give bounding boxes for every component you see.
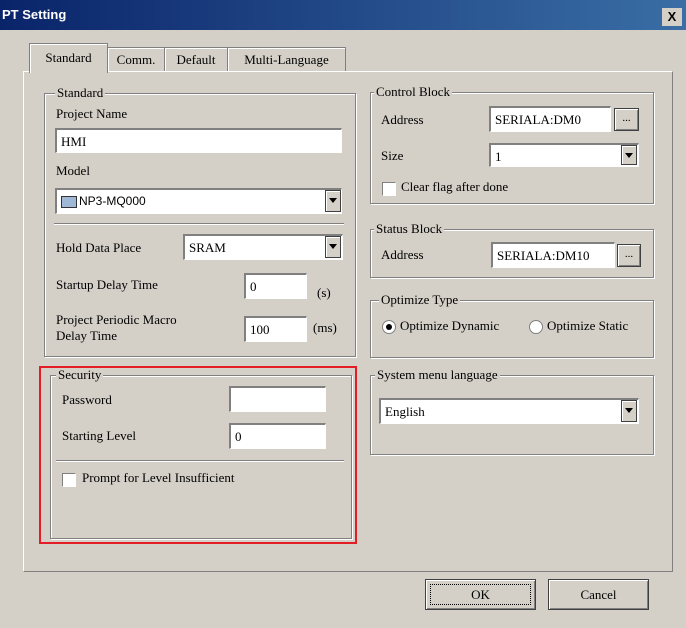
macro-delay-label-line2: Delay Time xyxy=(56,328,118,343)
macro-delay-input[interactable]: 100 xyxy=(244,316,307,342)
hold-data-dropdown-button[interactable] xyxy=(325,236,341,258)
status-block-legend: Status Block xyxy=(374,221,445,237)
monitor-icon xyxy=(61,196,77,208)
control-address-label: Address xyxy=(381,112,424,127)
system-menu-language-select[interactable]: English xyxy=(379,398,639,424)
system-menu-language-value: English xyxy=(385,404,425,419)
close-icon: X xyxy=(667,9,677,24)
optimize-dynamic-radio[interactable] xyxy=(382,320,396,334)
optimize-dynamic-label: Optimize Dynamic xyxy=(400,318,500,333)
tab-label: Multi-Language xyxy=(244,52,329,67)
control-size-select[interactable]: 1 xyxy=(489,143,639,167)
optimize-type-legend: Optimize Type xyxy=(379,292,461,308)
status-address-label: Address xyxy=(381,247,424,262)
cancel-label: Cancel xyxy=(580,587,617,602)
model-value: NP3-MQ000 xyxy=(79,194,146,208)
ok-button[interactable]: OK xyxy=(425,579,536,610)
focus-rect xyxy=(430,584,531,605)
startup-delay-input[interactable]: 0 xyxy=(244,273,307,299)
tab-standard[interactable]: Standard xyxy=(29,43,108,73)
hold-data-value: SRAM xyxy=(189,240,226,255)
project-name-label: Project Name xyxy=(56,106,128,121)
title-bar: PT Setting X xyxy=(0,0,686,30)
model-select[interactable]: NP3-MQ000 xyxy=(55,188,342,214)
status-address-browse-button[interactable]: ... xyxy=(617,244,641,267)
control-block-legend: Control Block xyxy=(374,84,453,100)
model-dropdown-button[interactable] xyxy=(325,190,341,212)
window-title: PT Setting xyxy=(2,7,67,22)
control-address-browse-button[interactable]: ... xyxy=(614,108,639,131)
tab-comm[interactable]: Comm. xyxy=(107,47,165,72)
status-address-input[interactable]: SERIALA:DM10 xyxy=(491,242,615,268)
clear-flag-label: Clear flag after done xyxy=(401,179,509,194)
tab-multi-language[interactable]: Multi-Language xyxy=(227,47,346,72)
optimize-static-label: Optimize Static xyxy=(547,318,629,333)
project-name-input[interactable]: HMI xyxy=(55,128,342,153)
tab-label: Standard xyxy=(45,50,92,65)
macro-delay-unit: (ms) xyxy=(313,320,337,335)
control-address-input[interactable]: SERIALA:DM0 xyxy=(489,106,611,132)
clear-flag-checkbox[interactable] xyxy=(382,182,396,196)
hold-data-select[interactable]: SRAM xyxy=(183,234,343,260)
close-button[interactable]: X xyxy=(662,8,682,26)
control-size-label: Size xyxy=(381,148,404,163)
pt-setting-dialog: PT Setting X Standard Comm. Default Mult… xyxy=(0,0,686,628)
macro-delay-label-line1: Project Periodic Macro xyxy=(56,312,177,327)
model-label: Model xyxy=(56,163,90,178)
system-menu-language-dropdown-button[interactable] xyxy=(621,400,637,422)
tab-label: Default xyxy=(176,52,216,67)
tab-label: Comm. xyxy=(116,52,156,67)
optimize-static-radio[interactable] xyxy=(529,320,543,334)
cancel-button[interactable]: Cancel xyxy=(548,579,649,610)
hold-data-label: Hold Data Place xyxy=(56,240,142,255)
divider xyxy=(54,223,344,225)
control-size-value: 1 xyxy=(495,149,502,164)
security-highlight xyxy=(39,366,357,544)
startup-delay-unit: (s) xyxy=(317,285,331,300)
system-menu-language-legend: System menu language xyxy=(375,367,500,383)
startup-delay-label: Startup Delay Time xyxy=(56,277,158,292)
standard-legend: Standard xyxy=(55,85,106,101)
control-size-dropdown-button[interactable] xyxy=(621,145,637,165)
tab-default[interactable]: Default xyxy=(164,47,228,72)
